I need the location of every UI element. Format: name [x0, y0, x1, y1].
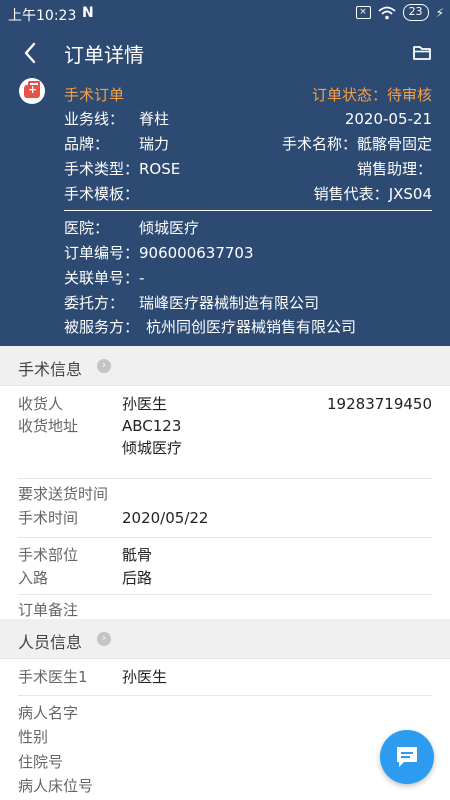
order-status: 订单状态：待审核 [311, 86, 432, 104]
address-line2: 倾城医疗 [122, 439, 183, 457]
surgery-info-section-header[interactable]: 手术信息 › [0, 346, 450, 386]
brand-row: 品牌： 瑞力 手术名称：骶髂骨固定 [64, 135, 432, 153]
order-type: 手术订单 [64, 86, 125, 104]
gender-label: 性别 [18, 728, 49, 746]
sales-rep: 销售代表：JXS04 [313, 185, 432, 203]
served-party-value: 杭州同创医疗器械销售有限公司 [146, 318, 357, 336]
surgery-site-value: 骶骨 [122, 546, 153, 564]
section-title: 人员信息 [18, 633, 83, 652]
order-header-panel: 上午10:23 N × 23 ⚡ 订单详情 手术订单 订单状态：待审核 业务线：… [0, 0, 450, 346]
charging-icon: ⚡ [435, 5, 444, 20]
surgery-name: 手术名称：骶髂骨固定 [281, 135, 432, 153]
order-date: 2020-05-21 [344, 110, 432, 128]
hospital-row: 医院： 倾城医疗 [64, 219, 200, 237]
surgery-type-value: ROSE [139, 160, 181, 178]
bed-number-label: 病人床位号 [18, 777, 94, 795]
order-number-row: 订单编号： 906000637703 [64, 244, 254, 262]
principal-value: 瑞峰医疗器械制造有限公司 [139, 294, 320, 312]
status-bar: 上午10:23 N × 23 ⚡ [0, 0, 450, 28]
divider [18, 594, 432, 595]
served-party-row: 被服务方： 杭州同创医疗器械销售有限公司 [64, 318, 357, 336]
admission-number-label: 住院号 [18, 753, 64, 771]
brand-value: 瑞力 [139, 135, 170, 153]
surgery-type-row: 手术类型： ROSE 销售助理： [64, 160, 432, 178]
chevron-right-icon[interactable]: › [97, 632, 111, 646]
wifi-icon [377, 6, 396, 19]
app-bar: 订单详情 [0, 28, 450, 80]
surgery-site-label: 手术部位 [18, 546, 79, 564]
chat-button[interactable] [380, 730, 434, 784]
doctor-label: 手术医生1 [18, 668, 88, 686]
business-line-value: 脊柱 [139, 110, 170, 128]
surgery-bag-icon [19, 78, 45, 104]
patient-name-label: 病人名字 [18, 704, 79, 722]
address-line1: ABC123 [122, 417, 182, 435]
header-divider [64, 210, 432, 211]
principal-row: 委托方： 瑞峰医疗器械制造有限公司 [64, 294, 320, 312]
sim-icon: × [355, 6, 371, 19]
surgery-time-label: 手术时间 [18, 509, 79, 527]
related-number-value: - [139, 269, 145, 287]
sales-assistant: 销售助理： [356, 160, 432, 178]
order-remark-label: 订单备注 [18, 601, 79, 619]
back-arrow-icon[interactable] [18, 38, 44, 68]
receiver-phone[interactable]: 19283719450 [327, 393, 432, 415]
order-number-value: 906000637703 [139, 244, 254, 262]
delivery-time-label: 要求送货时间 [18, 485, 109, 503]
divider [18, 695, 432, 696]
notification-n-icon: N [82, 5, 94, 21]
approach-label: 入路 [18, 569, 49, 587]
page-title: 订单详情 [64, 43, 144, 67]
surgery-time-value: 2020/05/22 [122, 509, 209, 527]
section-title: 手术信息 [18, 360, 83, 379]
receiver-label: 收货人 [18, 395, 64, 413]
chat-icon [397, 747, 417, 767]
business-line-row: 业务线： 脊柱 2020-05-21 [64, 110, 432, 128]
divider [18, 537, 432, 538]
hospital-value: 倾城医疗 [139, 219, 200, 237]
battery-icon: 23 [402, 4, 429, 21]
address-label: 收货地址 [18, 417, 79, 435]
status-time: 上午10:23 [8, 8, 77, 24]
doctor-value: 孙医生 [122, 668, 168, 686]
receiver-value: 孙医生 [122, 395, 168, 413]
template-row: 手术模板： 销售代表：JXS04 [64, 185, 432, 203]
divider [18, 478, 432, 479]
order-type-row: 手术订单 订单状态：待审核 [64, 84, 432, 106]
personnel-info-section-header[interactable]: 人员信息 › [0, 619, 450, 659]
chevron-right-icon[interactable]: › [97, 359, 111, 373]
related-number-row: 关联单号： - [64, 269, 145, 287]
folder-icon[interactable] [412, 44, 432, 62]
approach-value: 后路 [122, 569, 153, 587]
